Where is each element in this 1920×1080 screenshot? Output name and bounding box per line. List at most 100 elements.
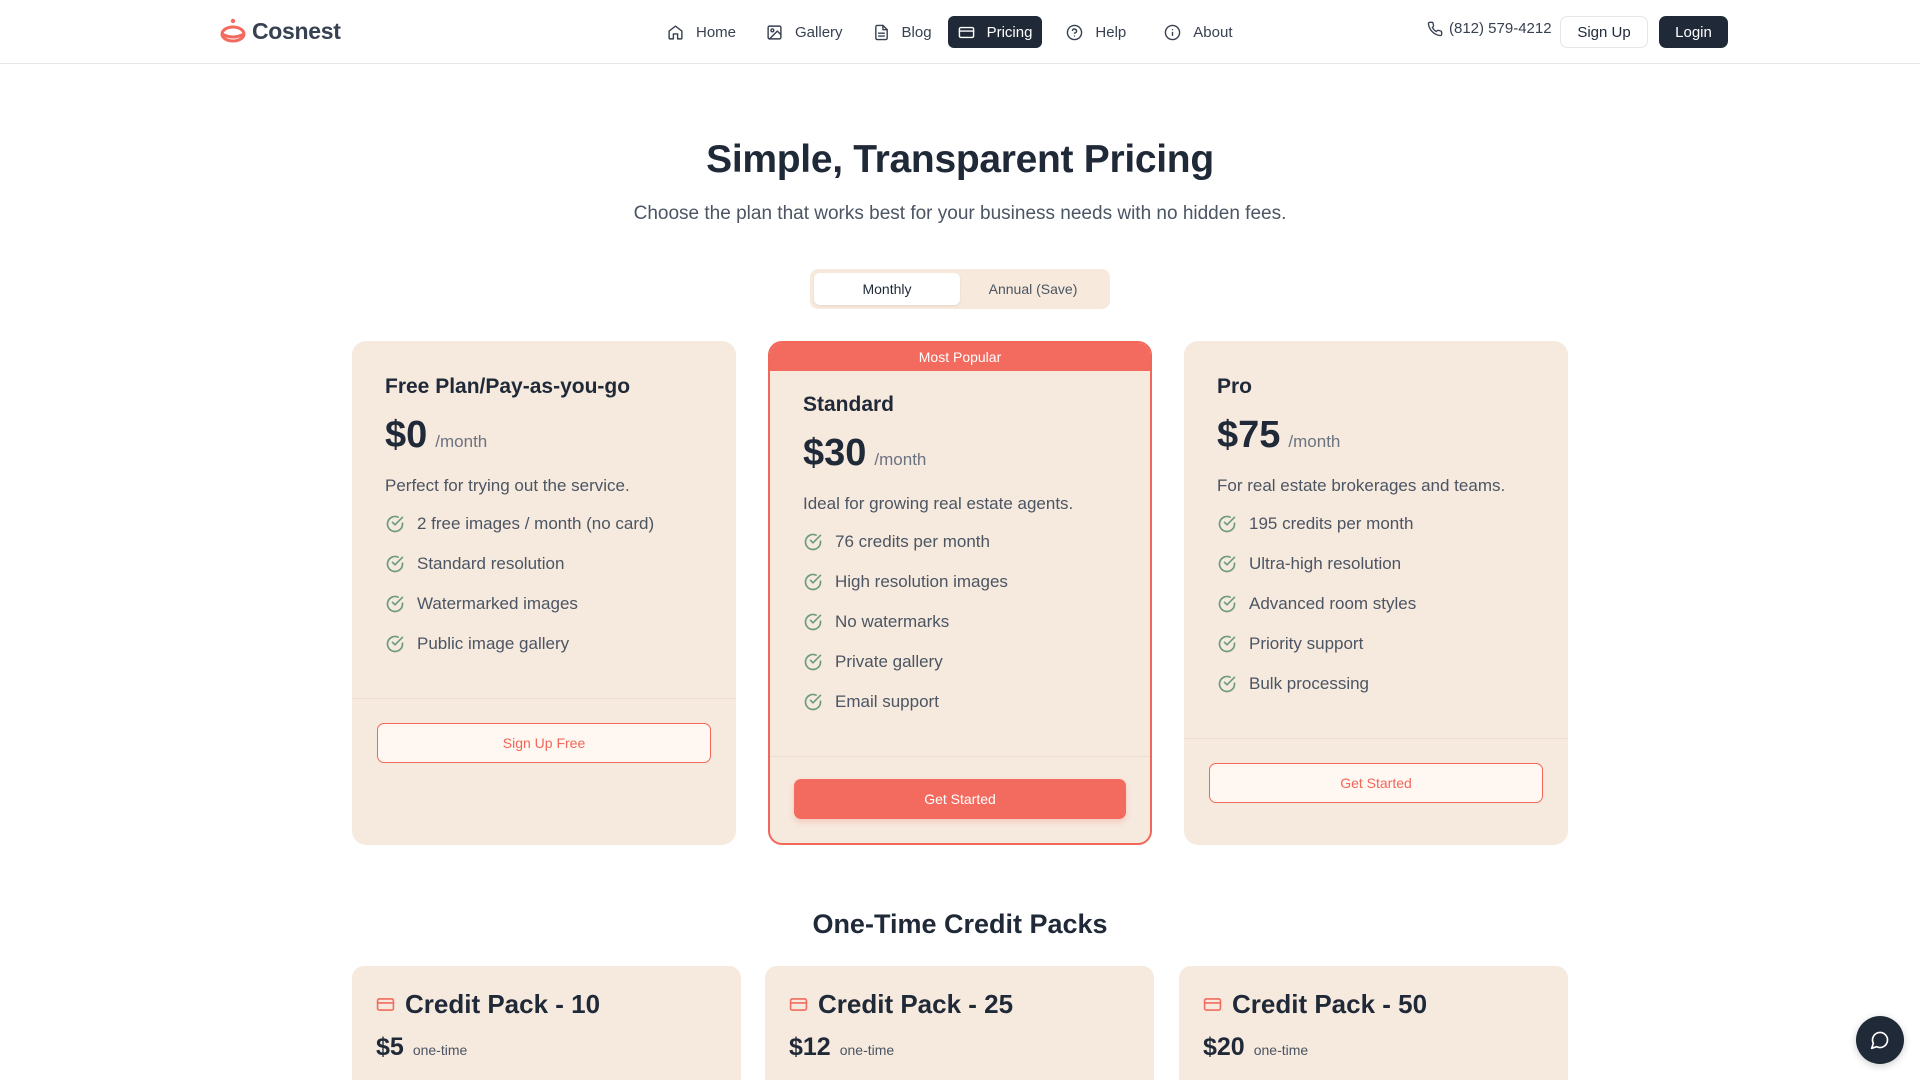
plan-card-free: Free Plan/Pay-as-you-go $0 /month Perfec… [352,341,736,845]
credit-card-icon [958,26,974,38]
feature-text: Bulk processing [1249,674,1370,693]
most-popular-badge: Most Popular [770,343,1150,371]
nav-about-label: About [1193,23,1233,41]
credit-card-icon [789,998,808,1011]
feature-item: Ultra-high resolution [1217,544,1416,584]
toggle-monthly[interactable]: Monthly [814,273,960,305]
feature-item: 2 free images / month (no card) [385,504,654,544]
check-circle-icon [1218,515,1236,533]
feature-text: Advanced room styles [1249,594,1417,613]
plan-name: Pro [1217,375,1253,398]
feature-text: Email support [835,692,939,711]
info-icon [1164,24,1181,40]
feature-text: Priority support [1249,634,1364,653]
phone-number: (812) 579-4212 [1449,20,1552,37]
get-started-pro-button[interactable]: Get Started [1209,763,1543,803]
nav-blog[interactable]: Blog [863,16,942,48]
nav-home-label: Home [696,23,737,41]
plan-price: $30 /month [803,432,926,475]
pack-price-amount: $12 [789,1033,831,1061]
plan-description: Perfect for trying out the service. [385,476,630,495]
check-circle-icon [386,515,404,533]
plan-name: Free Plan/Pay-as-you-go [385,375,631,398]
feature-item: Standard resolution [385,544,654,584]
feature-text: Ultra-high resolution [1249,554,1402,573]
feature-text: 2 free images / month (no card) [417,514,655,533]
feature-list: 76 credits per month High resolution ima… [803,522,1008,722]
feature-item: Bulk processing [1217,664,1416,704]
pack-title: Credit Pack - 50 [1203,989,1427,1020]
pack-price-amount: $20 [1203,1033,1245,1061]
toggle-annual[interactable]: Annual (Save) [960,273,1106,305]
check-circle-icon [804,533,822,551]
plan-description: Ideal for growing real estate agents. [803,494,1074,513]
plan-price: $0 /month [385,414,487,457]
nav-pricing-label: Pricing [986,23,1033,41]
check-circle-icon [804,653,822,671]
check-circle-icon [1218,635,1236,653]
main-nav: Home Gallery Blog Pricing Help About [657,16,1246,48]
credit-card-icon [1203,998,1222,1011]
nav-gallery[interactable]: Gallery [756,16,853,48]
credit-pack-card: Credit Pack - 25 $12 one-time [765,966,1154,1080]
plan-card-standard: Most Popular Standard $30 /month Ideal f… [768,341,1152,845]
help-circle-icon [1067,24,1083,40]
check-circle-icon [804,573,822,591]
nav-about[interactable]: About [1154,16,1242,48]
chat-button[interactable] [1856,1016,1904,1064]
pack-price: $20 one-time [1203,1033,1308,1062]
check-circle-icon [804,693,822,711]
credit-pack-card: Credit Pack - 10 $5 one-time [352,966,741,1080]
login-button[interactable]: Login [1659,16,1728,48]
plan-description: For real estate brokerages and teams. [1217,476,1506,495]
chat-bubble-icon [1870,1031,1889,1050]
price-amount: $0 [385,414,428,456]
feature-item: Email support [803,682,1008,722]
pack-price-amount: $5 [376,1033,404,1061]
credit-card-icon [376,998,395,1011]
phone-icon [1427,21,1443,36]
feature-list: 2 free images / month (no card) Standard… [385,504,654,664]
phone-link[interactable]: (812) 579-4212 [1427,20,1552,37]
nav-help[interactable]: Help [1056,16,1136,48]
site-header: Cosnest Home Gallery Blog Pricing Help A… [0,0,1920,64]
check-circle-icon [1218,595,1236,613]
card-divider [352,698,736,699]
card-divider [770,756,1150,757]
check-circle-icon [386,635,404,653]
nav-home[interactable]: Home [657,16,746,48]
logo-icon [220,18,246,43]
get-started-button[interactable]: Get Started [794,779,1126,819]
feature-list: 195 credits per month Ultra-high resolut… [1217,504,1416,704]
plan-price: $75 /month [1217,414,1340,457]
signup-button[interactable]: Sign Up [1560,16,1648,48]
pack-price-period: one-time [412,1042,468,1058]
nav-pricing[interactable]: Pricing [947,16,1043,48]
feature-text: Standard resolution [417,554,565,573]
feature-item: 76 credits per month [803,522,1008,562]
image-icon [767,24,782,40]
signup-free-button[interactable]: Sign Up Free [377,723,711,763]
page-title: Simple, Transparent Pricing [706,138,1214,181]
check-circle-icon [386,595,404,613]
price-period: /month [874,450,927,469]
nav-gallery-label: Gallery [795,23,843,41]
plan-card-pro: Pro $75 /month For real estate brokerage… [1184,341,1568,845]
feature-item: Public image gallery [385,624,654,664]
feature-item: High resolution images [803,562,1008,602]
price-amount: $75 [1217,414,1281,456]
feature-text: No watermarks [835,612,950,631]
credit-pack-card: Credit Pack - 50 $20 one-time [1179,966,1568,1080]
feature-text: 195 credits per month [1249,514,1414,533]
pack-price-period: one-time [839,1042,895,1058]
billing-toggle: Monthly Annual (Save) [810,269,1110,309]
card-divider [1184,738,1568,739]
document-icon [874,24,888,40]
nav-help-label: Help [1095,23,1127,41]
feature-item: Watermarked images [385,584,654,624]
pack-title: Credit Pack - 10 [376,989,600,1020]
logo[interactable]: Cosnest [220,14,341,48]
feature-text: Watermarked images [417,594,578,613]
price-amount: $30 [803,432,867,474]
feature-item: Private gallery [803,642,1008,682]
